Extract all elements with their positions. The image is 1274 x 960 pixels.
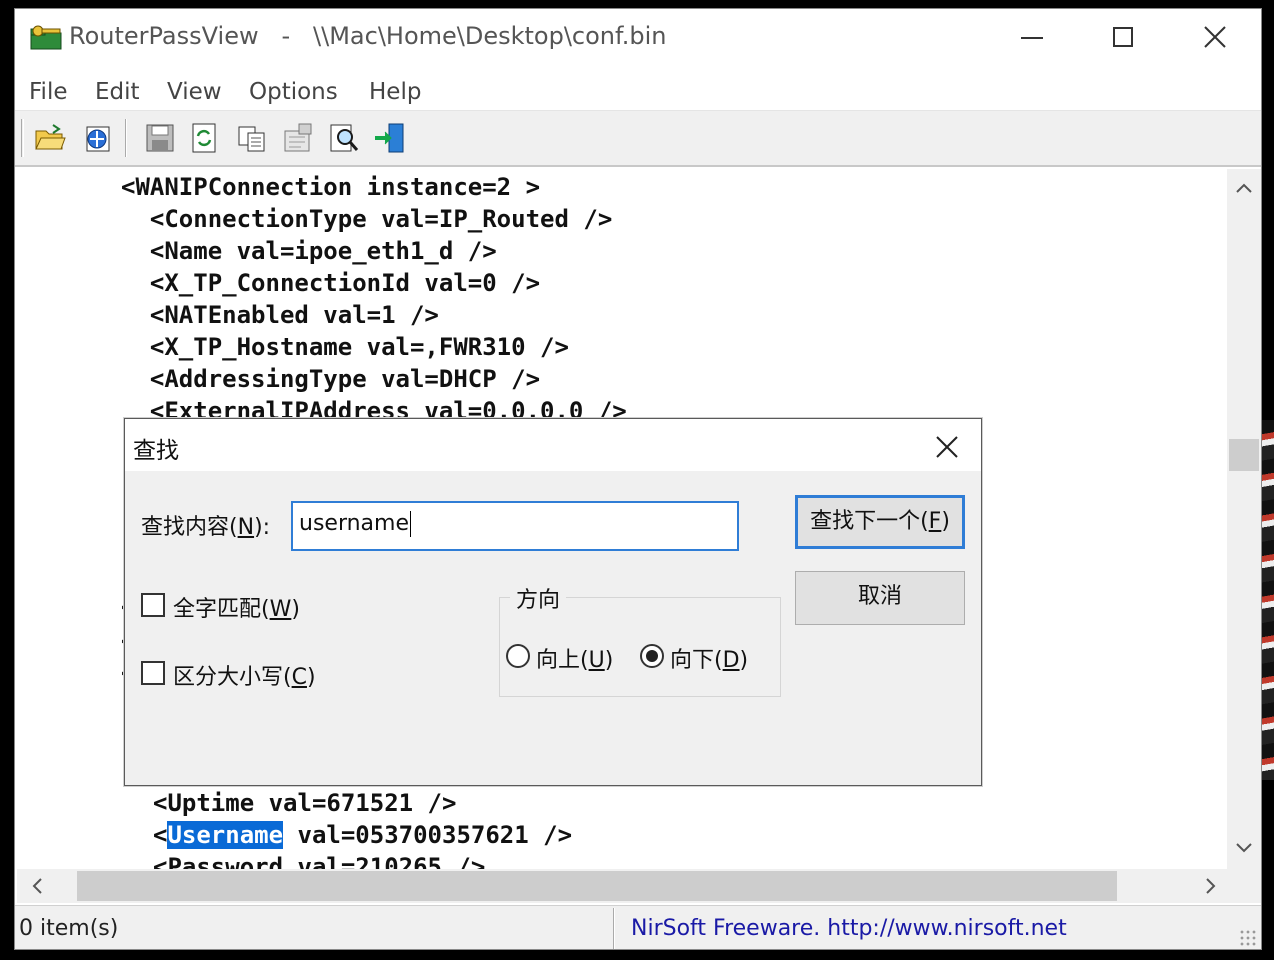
label-text: 查找内容( xyxy=(141,515,238,540)
find-what-input[interactable]: username xyxy=(291,501,739,551)
scroll-up-icon[interactable] xyxy=(1227,173,1261,209)
code-line: <X_TP_Hostname val=,FWR310 /> xyxy=(121,333,569,361)
menu-options[interactable]: Options xyxy=(249,79,338,105)
item-count: 0 item(s) xyxy=(19,916,119,941)
save-icon[interactable] xyxy=(143,121,177,155)
label-text: 全字匹配( xyxy=(173,597,270,622)
find-dialog: 查找 查找内容(N): username 查找下一个(F) 取消 全字匹配(W)… xyxy=(124,418,982,786)
menu-bar: File Edit View Options Help xyxy=(15,67,1261,111)
whole-word-checkbox[interactable] xyxy=(141,593,165,617)
refresh-icon[interactable] xyxy=(187,121,221,155)
toolbar xyxy=(15,111,1261,167)
code-line-uptime: <Uptime val=671521 /> xyxy=(153,789,457,817)
find-dialog-close-button[interactable] xyxy=(927,427,967,467)
key-folder-icon xyxy=(30,25,62,50)
open-folder-icon[interactable] xyxy=(33,121,67,155)
label-text: 区分大小写( xyxy=(173,665,292,690)
window-title: RouterPassView - \\Mac\Home\Desktop\conf… xyxy=(69,22,667,50)
maximize-button[interactable] xyxy=(1093,17,1153,57)
label-text: ): xyxy=(254,515,271,540)
menu-help[interactable]: Help xyxy=(369,79,421,105)
code-line: <AddressingType val=DHCP /> xyxy=(121,365,541,393)
toolbar-separator xyxy=(125,119,127,157)
nirsoft-link[interactable]: NirSoft Freeware. http://www.nirsoft.net xyxy=(631,916,1067,941)
label-text: ) xyxy=(941,509,950,534)
find-what-label: 查找内容(N): xyxy=(141,509,270,541)
label-text: ) xyxy=(306,665,316,690)
scroll-right-icon[interactable] xyxy=(1193,871,1227,901)
cancel-button[interactable]: 取消 xyxy=(795,571,965,625)
direction-up-radio[interactable] xyxy=(506,644,530,668)
horizontal-scroll-thumb[interactable] xyxy=(77,871,1117,901)
direction-label: 方向 xyxy=(510,582,567,614)
code-line: <WANIPConnection instance=2 > xyxy=(121,173,541,201)
match-case-checkbox[interactable] xyxy=(141,661,165,685)
label-accel: F xyxy=(928,509,942,534)
whole-word-label[interactable]: 全字匹配(W) xyxy=(173,591,300,623)
toolbar-grip[interactable] xyxy=(21,119,24,157)
code-line: <ConnectionType val=IP_Routed /> xyxy=(121,205,613,233)
direction-down-label[interactable]: 向下(D) xyxy=(670,642,748,674)
label-text: 向上( xyxy=(536,648,589,673)
menu-file[interactable]: File xyxy=(29,79,68,105)
minimize-button[interactable] xyxy=(1001,17,1061,57)
status-divider xyxy=(613,908,615,949)
text-caret xyxy=(410,511,411,537)
label-text: ) xyxy=(604,648,614,673)
menu-edit[interactable]: Edit xyxy=(95,79,140,105)
copy-icon[interactable] xyxy=(235,121,269,155)
direction-down-radio[interactable] xyxy=(640,644,664,668)
find-icon[interactable] xyxy=(327,121,361,155)
vertical-scroll-thumb[interactable] xyxy=(1229,439,1259,471)
close-button[interactable] xyxy=(1185,17,1245,57)
label-accel: D xyxy=(722,648,740,673)
title-bar[interactable]: RouterPassView - \\Mac\Home\Desktop\conf… xyxy=(15,9,1261,67)
find-what-value: username xyxy=(299,511,409,536)
minimize-icon xyxy=(1021,37,1043,39)
label-accel: W xyxy=(269,597,292,622)
code-text: < xyxy=(153,821,168,849)
find-dialog-titlebar[interactable]: 查找 xyxy=(125,419,981,471)
close-icon xyxy=(1204,26,1226,48)
code-line: <X_TP_ConnectionId val=0 /> xyxy=(121,269,541,297)
menu-view[interactable]: View xyxy=(167,79,222,105)
vertical-scrollbar[interactable] xyxy=(1227,169,1261,869)
find-next-button[interactable]: 查找下一个(F) xyxy=(795,495,965,549)
find-dialog-title: 查找 xyxy=(133,438,179,464)
label-accel: U xyxy=(588,648,605,673)
properties-icon[interactable] xyxy=(281,121,315,155)
scroll-left-icon[interactable] xyxy=(21,871,55,901)
label-text: 查找下一个( xyxy=(810,509,929,534)
scroll-down-icon[interactable] xyxy=(1227,833,1261,869)
label-text: ) xyxy=(291,597,300,622)
code-line-password: <Password val=210265 /> xyxy=(153,853,486,869)
direction-group: 方向 向上(U) 向下(D) xyxy=(499,582,781,697)
label-text: 向下( xyxy=(670,648,723,673)
label-text: ) xyxy=(739,648,749,673)
status-bar: 0 item(s) NirSoft Freeware. http://www.n… xyxy=(15,905,1261,949)
code-line: <Name val=ipoe_eth1_d /> xyxy=(121,237,497,265)
close-icon xyxy=(936,436,958,458)
code-text: val=053700357621 /> xyxy=(283,821,573,849)
match-case-label[interactable]: 区分大小写(C) xyxy=(173,659,316,691)
label-accel: N xyxy=(237,515,255,540)
resize-grip-icon[interactable] xyxy=(1239,929,1257,947)
code-line: <NATEnabled val=1 /> xyxy=(121,301,439,329)
open-from-router-icon[interactable] xyxy=(81,121,115,155)
code-line-username: <Username val=053700357621 /> xyxy=(153,819,572,851)
exit-icon[interactable] xyxy=(373,121,407,155)
label-accel: C xyxy=(291,665,307,690)
horizontal-scrollbar[interactable] xyxy=(17,869,1261,903)
maximize-icon xyxy=(1113,27,1133,47)
search-match-highlight: Username xyxy=(167,821,284,849)
direction-up-label[interactable]: 向上(U) xyxy=(536,642,613,674)
desktop-backdrop xyxy=(1262,420,1274,780)
